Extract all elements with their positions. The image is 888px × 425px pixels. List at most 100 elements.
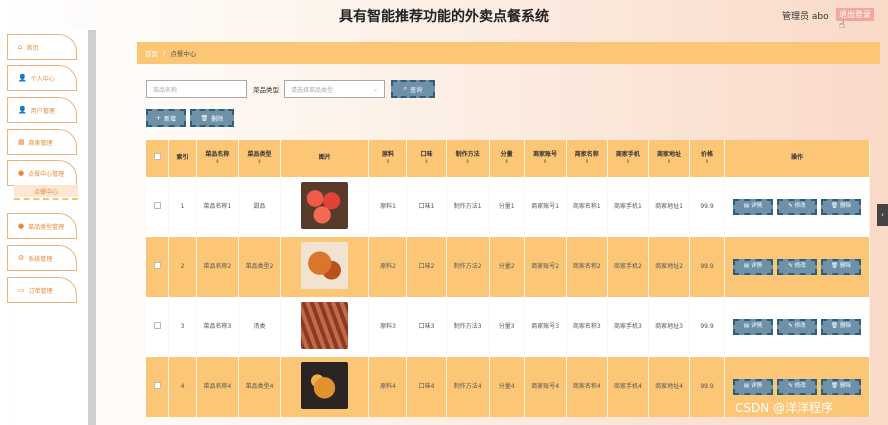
current-user: 管理员 abo xyxy=(782,12,829,22)
sort-icon[interactable]: ⇕ xyxy=(692,159,722,166)
cell-image xyxy=(280,177,370,237)
trash-icon: 🗑 xyxy=(830,383,838,390)
column-header[interactable]: 原料 ⇕ xyxy=(368,140,408,177)
column-header-label: 菜品名称 xyxy=(205,151,230,159)
column-header[interactable]: 商家名称 ⇕ xyxy=(566,140,608,177)
breadcrumb-home[interactable]: 首页 xyxy=(145,48,158,58)
sort-icon[interactable]: ⇕ xyxy=(449,159,487,166)
breadcrumb: 首页 / 点餐中心 xyxy=(137,42,880,64)
delete-button[interactable]: 🗑 删除 xyxy=(820,199,861,215)
detail-button[interactable]: ▤ 详情 xyxy=(732,259,773,275)
sidebar: ⌂ 首页 👤 个人中心 👤 用户管理 ▦ 商家管理 ● 点餐中心管理 点餐中心 … xyxy=(0,30,96,425)
column-header[interactable]: 商家手机 ⇕ xyxy=(607,140,649,177)
column-header-label: 口味 xyxy=(420,151,433,159)
detail-button[interactable]: ▤ 详情 xyxy=(732,379,773,395)
row-checkbox[interactable] xyxy=(153,261,161,269)
delete-button[interactable]: 🗑 删除 xyxy=(820,379,861,395)
detail-button[interactable]: ▤ 详情 xyxy=(732,319,773,335)
add-button[interactable]: + 新增 xyxy=(146,109,186,127)
column-header[interactable]: 价格 ⇕ xyxy=(689,140,725,177)
detail-label: 详情 xyxy=(751,383,763,390)
row-checkbox[interactable] xyxy=(153,381,161,389)
user-icon: 👤 xyxy=(18,106,27,114)
sidebar-item-label: 订单管理 xyxy=(28,287,53,295)
sort-icon[interactable]: ⇕ xyxy=(409,159,443,166)
edit-button[interactable]: ✎ 修改 xyxy=(776,319,817,335)
sort-icon[interactable]: ⇕ xyxy=(527,159,564,166)
cell-price: 99.9 xyxy=(689,177,725,237)
sidebar-item-orders[interactable]: ▭ 订单管理 xyxy=(7,277,77,303)
edit-icon: ✎ xyxy=(788,203,793,210)
dish-photo xyxy=(301,241,349,289)
bulk-delete-button[interactable]: 🗑 删除 xyxy=(190,109,234,127)
cell-image xyxy=(280,357,370,417)
submenu-order-center[interactable]: 点餐中心 xyxy=(14,185,78,197)
cell-taste: 口味2 xyxy=(406,237,447,297)
column-header-label: 操作 xyxy=(790,154,803,162)
edit-label: 修改 xyxy=(794,203,806,210)
card-icon: ▭ xyxy=(18,286,25,294)
sort-icon[interactable]: ⇕ xyxy=(241,159,278,166)
sort-icon[interactable]: ⇕ xyxy=(569,159,605,166)
sort-icon[interactable]: ⇕ xyxy=(371,159,404,166)
sidebar-item-order-center[interactable]: ● 点餐中心管理 xyxy=(7,160,77,186)
cell-shop-phone: 商家手机1 xyxy=(607,177,649,237)
sidebar-scrollbar[interactable] xyxy=(88,30,96,425)
row-checkbox[interactable] xyxy=(153,201,161,209)
cell-index: 1 xyxy=(168,177,197,237)
sidebar-item-home[interactable]: ⌂ 首页 xyxy=(7,34,77,60)
plus-icon: + xyxy=(155,114,161,122)
column-header: 索引 xyxy=(168,140,197,177)
cell-index: 3 xyxy=(168,297,197,357)
sort-icon[interactable]: ⇕ xyxy=(651,159,687,166)
delete-button[interactable]: 🗑 删除 xyxy=(820,319,861,335)
dish-name-input[interactable]: 菜品名称 xyxy=(146,80,247,98)
cell-actions: ▤ 详情 ✎ 修改 🗑 删除 xyxy=(724,297,870,357)
column-header[interactable]: 商家账号 ⇕ xyxy=(524,140,567,177)
cell-shop-address: 商家地址4 xyxy=(648,357,691,417)
sort-icon[interactable]: ⇕ xyxy=(199,159,236,166)
delete-button[interactable]: 🗑 删除 xyxy=(820,259,861,275)
table-row[interactable]: 1 菜品名称1 甜品 原料1 口味1 制作方法1 分量1 商家账号1 商家名称1… xyxy=(146,177,870,237)
column-header[interactable]: 制作方法 ⇕ xyxy=(446,140,490,177)
sidebar-item-merchants[interactable]: ▦ 商家管理 xyxy=(7,129,77,155)
sidebar-item-profile[interactable]: 👤 个人中心 xyxy=(7,65,77,91)
cell-method: 制作方法1 xyxy=(446,177,490,237)
select-all-checkbox[interactable] xyxy=(153,153,161,161)
sidebar-item-system[interactable]: ⚙ 系统管理 xyxy=(7,245,77,271)
cell-index: 2 xyxy=(168,237,197,297)
column-header[interactable]: 口味 ⇕ xyxy=(406,140,447,177)
sort-icon[interactable]: ⇕ xyxy=(610,159,646,166)
search-button[interactable]: ⌕ 查询 xyxy=(391,80,435,98)
edit-button[interactable]: ✎ 修改 xyxy=(776,199,817,215)
table-row[interactable]: 3 菜品名称3 汤类 原料3 口味3 制作方法3 分量3 商家账号3 商家名称3… xyxy=(146,297,870,357)
column-header-label: 商家手机 xyxy=(615,151,640,159)
chevron-left-icon[interactable]: ‹ xyxy=(877,204,888,226)
column-header[interactable]: 菜品类型 ⇕ xyxy=(238,140,282,177)
row-checkbox[interactable] xyxy=(153,321,161,329)
edit-icon: ✎ xyxy=(788,323,793,330)
cell-portion: 分量1 xyxy=(489,177,525,237)
column-header-label: 原料 xyxy=(381,151,394,159)
edit-icon: ✎ xyxy=(788,263,793,270)
sort-icon[interactable]: ⇕ xyxy=(492,159,522,166)
cell-taste: 口味3 xyxy=(406,297,447,357)
dish-type-select[interactable]: 请选择菜品类型 ⌄ xyxy=(284,80,385,98)
detail-button[interactable]: ▤ 详情 xyxy=(732,199,773,215)
watermark: CSDN @洋洋程序 xyxy=(735,401,834,415)
edit-button[interactable]: ✎ 修改 xyxy=(776,379,817,395)
column-header-label: 价格 xyxy=(700,151,713,159)
breadcrumb-separator: / xyxy=(163,49,166,57)
column-header[interactable]: 菜品名称 ⇕ xyxy=(196,140,239,177)
sidebar-item-users[interactable]: 👤 用户管理 xyxy=(7,97,77,123)
column-header-label: 制作方法 xyxy=(455,151,480,159)
breadcrumb-current: 点餐中心 xyxy=(170,50,197,58)
column-header[interactable]: 分量 ⇕ xyxy=(489,140,525,177)
column-header[interactable]: 商家地址 ⇕ xyxy=(648,140,691,177)
cell-dish-name: 菜品名称2 xyxy=(196,237,239,297)
cell-taste: 口味1 xyxy=(406,177,447,237)
edit-button[interactable]: ✎ 修改 xyxy=(776,259,817,275)
table-header-row: 索引 菜品名称 ⇕ 菜品类型 ⇕ 图片 原料 ⇕ 口味 ⇕ 制作方法 ⇕ 分量 ⇕ 商家账号… xyxy=(146,140,870,177)
table-row[interactable]: 2 菜品名称2 菜品类型2 原料2 口味2 制作方法2 分量2 商家账号2 商家… xyxy=(146,237,870,297)
sidebar-item-dish-types[interactable]: ● 菜品类型管理 xyxy=(7,213,77,239)
